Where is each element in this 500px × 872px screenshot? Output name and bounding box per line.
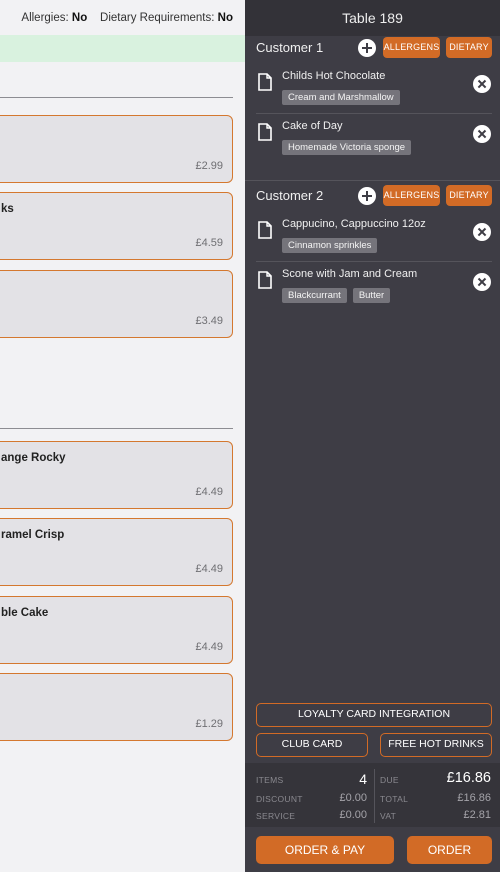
service-label: SERVICE [256, 811, 296, 821]
menu-item-price: £4.49 [195, 563, 223, 575]
due-value: £16.86 [446, 770, 491, 786]
document-icon [258, 271, 272, 289]
menu-item-price: £2.99 [195, 160, 223, 172]
remove-line-icon[interactable] [473, 273, 491, 291]
discount-label: DISCOUNT [256, 794, 303, 804]
customer-name: Customer 2 [256, 188, 324, 203]
line-item-name: Cappucino, Cappuccino 12oz [282, 218, 426, 230]
modifier-tag: Cream and Marshmallow [282, 90, 400, 105]
menu-item-price: £4.49 [195, 486, 223, 498]
order-line[interactable]: Scone with Jam and Cream Blackcurrant But… [256, 268, 492, 317]
items-value: 4 [359, 771, 367, 787]
remove-line-icon[interactable] [473, 125, 491, 143]
total-value: £16.86 [457, 792, 491, 804]
section-divider [0, 97, 233, 98]
modifier-tag: Cinnamon sprinkles [282, 238, 378, 253]
document-icon [258, 73, 272, 91]
loyalty-card-button[interactable]: LOYALTY CARD INTEGRATION [256, 703, 492, 727]
dietary-button[interactable]: DIETARY [446, 185, 492, 206]
menu-item-price: £3.49 [195, 315, 223, 327]
menu-item-card[interactable]: £1.29 [0, 673, 233, 741]
modifier-list: Homemade Victoria sponge [282, 137, 417, 155]
line-item-name: Cake of Day [282, 120, 343, 132]
menu-item-name: ange Rocky [1, 452, 66, 464]
customer-separator [245, 180, 500, 181]
dietary-value: No [217, 12, 233, 24]
dietary-label: Dietary Requirements: [100, 12, 215, 24]
section-divider [0, 428, 233, 429]
menu-panel: Allergies: No Dietary Requirements: No £… [0, 0, 245, 872]
menu-item-card[interactable]: £3.49 [0, 270, 233, 338]
totals-summary: ITEMS 4 DISCOUNT £0.00 SERVICE £0.00 DUE… [245, 763, 500, 827]
menu-item-name: ks [1, 203, 14, 215]
dietary-button[interactable]: DIETARY [446, 37, 492, 58]
allergy-summary: Allergies: No Dietary Requirements: No [21, 12, 233, 24]
line-separator [256, 113, 492, 114]
order-line[interactable]: Childs Hot Chocolate Cream and Marshmall… [256, 70, 492, 119]
due-label: DUE [380, 775, 399, 785]
vat-label: VAT [380, 811, 397, 821]
menu-item-card[interactable]: ks £4.59 [0, 192, 233, 260]
add-item-plus-icon[interactable] [358, 39, 376, 57]
totals-divider [374, 769, 375, 823]
club-card-button[interactable]: CLUB CARD [256, 733, 368, 757]
document-icon [258, 221, 272, 239]
customer-header: Customer 1 ALLERGENS DIETARY [256, 36, 492, 60]
line-item-name: Childs Hot Chocolate [282, 70, 386, 82]
document-icon [258, 123, 272, 141]
customer-name: Customer 1 [256, 40, 324, 55]
free-hot-drinks-button[interactable]: FREE HOT DRINKS [380, 733, 492, 757]
menu-item-name: ramel Crisp [1, 529, 65, 541]
modifier-tag: Butter [352, 288, 391, 303]
remove-line-icon[interactable] [473, 223, 491, 241]
items-label: ITEMS [256, 775, 284, 785]
total-label: TOTAL [380, 794, 409, 804]
modifier-tag: Blackcurrant [282, 288, 347, 303]
menu-item-card[interactable]: ble Cake £4.49 [0, 596, 233, 664]
menu-item-card[interactable]: ange Rocky £4.49 [0, 441, 233, 509]
order-panel: Table 189 Customer 1 ALLERGENS DIETARY C… [245, 0, 500, 872]
allergens-button[interactable]: ALLERGENS [383, 185, 440, 206]
line-separator [256, 261, 492, 262]
vat-value: £2.81 [463, 809, 491, 821]
modifier-tag: Homemade Victoria sponge [282, 140, 412, 155]
menu-item-price: £1.29 [195, 718, 223, 730]
allergens-button[interactable]: ALLERGENS [383, 37, 440, 58]
order-line[interactable]: Cappucino, Cappuccino 12oz Cinnamon spri… [256, 218, 492, 267]
table-title: Table 189 [245, 0, 500, 36]
menu-item-price: £4.49 [195, 641, 223, 653]
menu-item-card[interactable]: ramel Crisp £4.49 [0, 518, 233, 586]
modifier-list: Blackcurrant Butter [282, 285, 396, 303]
discount-value: £0.00 [339, 792, 367, 804]
modifier-list: Cream and Marshmallow [282, 87, 406, 105]
service-value: £0.00 [339, 809, 367, 821]
allergies-label: Allergies: [21, 12, 69, 24]
order-and-pay-button[interactable]: ORDER & PAY [256, 836, 394, 864]
modifier-list: Cinnamon sprinkles [282, 235, 383, 253]
order-button[interactable]: ORDER [407, 836, 492, 864]
order-line[interactable]: Cake of Day Homemade Victoria sponge [256, 120, 492, 169]
menu-item-name: ble Cake [1, 607, 49, 619]
menu-item-card[interactable]: £2.99 [0, 115, 233, 183]
allergies-value: No [71, 12, 88, 24]
add-item-plus-icon[interactable] [358, 187, 376, 205]
customer-header: Customer 2 ALLERGENS DIETARY [256, 184, 492, 208]
remove-line-icon[interactable] [473, 75, 491, 93]
menu-item-price: £4.59 [195, 237, 223, 249]
line-item-name: Scone with Jam and Cream [282, 268, 418, 280]
info-band [0, 35, 245, 62]
